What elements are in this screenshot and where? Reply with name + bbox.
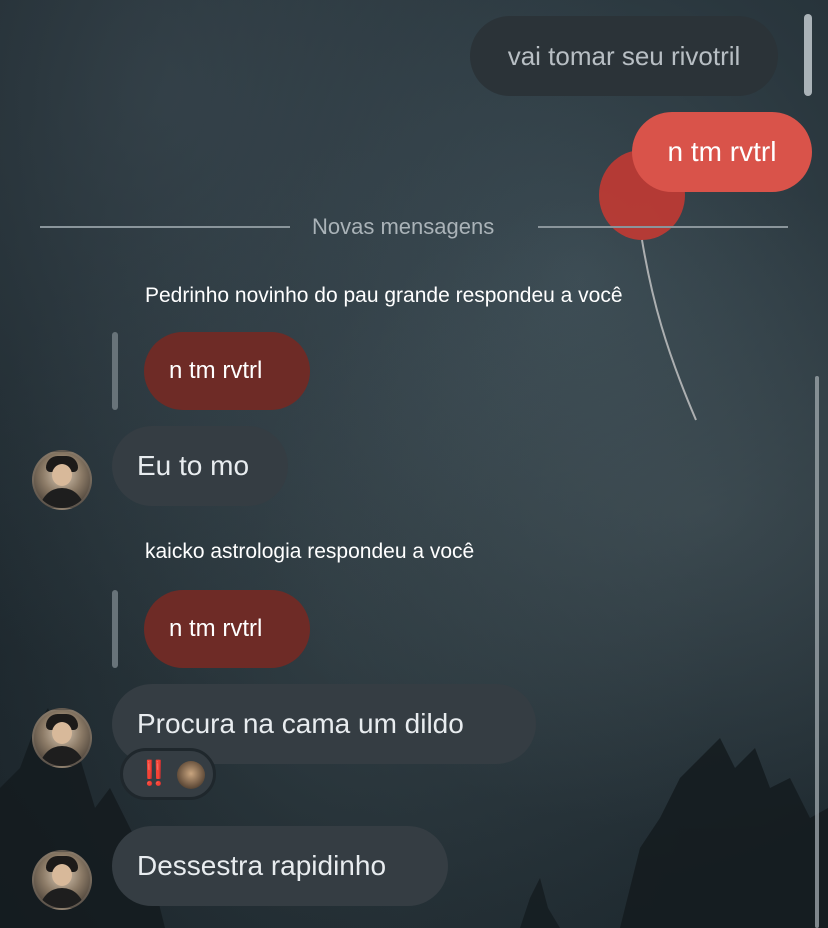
quoted-message[interactable]: n tm rvtrl [144,332,310,410]
divider-line-left [40,226,290,228]
new-messages-divider: Novas mensagens [312,214,495,239]
reply-indicator [112,590,118,668]
reply-label: Pedrinho novinho do pau grande respondeu… [145,284,623,307]
double-exclamation-icon: ‼️ [139,760,169,787]
avatar[interactable] [32,850,92,910]
reply-label: kaicko astrologia respondeu a você [145,540,475,563]
reactor-avatar [177,761,205,789]
avatar[interactable] [32,450,92,510]
incoming-message-bubble[interactable]: Dessestra rapidinho [112,826,448,906]
reply-indicator [112,332,118,410]
scrollbar[interactable] [815,376,819,928]
divider-line-right [538,226,788,228]
incoming-message-bubble[interactable]: Eu to mo [112,426,288,506]
scrollbar-top[interactable] [804,14,812,96]
reaction-pill[interactable]: ‼️ [120,748,216,800]
quoted-message[interactable]: n tm rvtrl [144,590,310,668]
sent-message-bubble-accent[interactable]: n tm rvtrl [632,112,812,192]
avatar[interactable] [32,708,92,768]
sent-message-bubble[interactable]: vai tomar seu rivotril [470,16,778,96]
